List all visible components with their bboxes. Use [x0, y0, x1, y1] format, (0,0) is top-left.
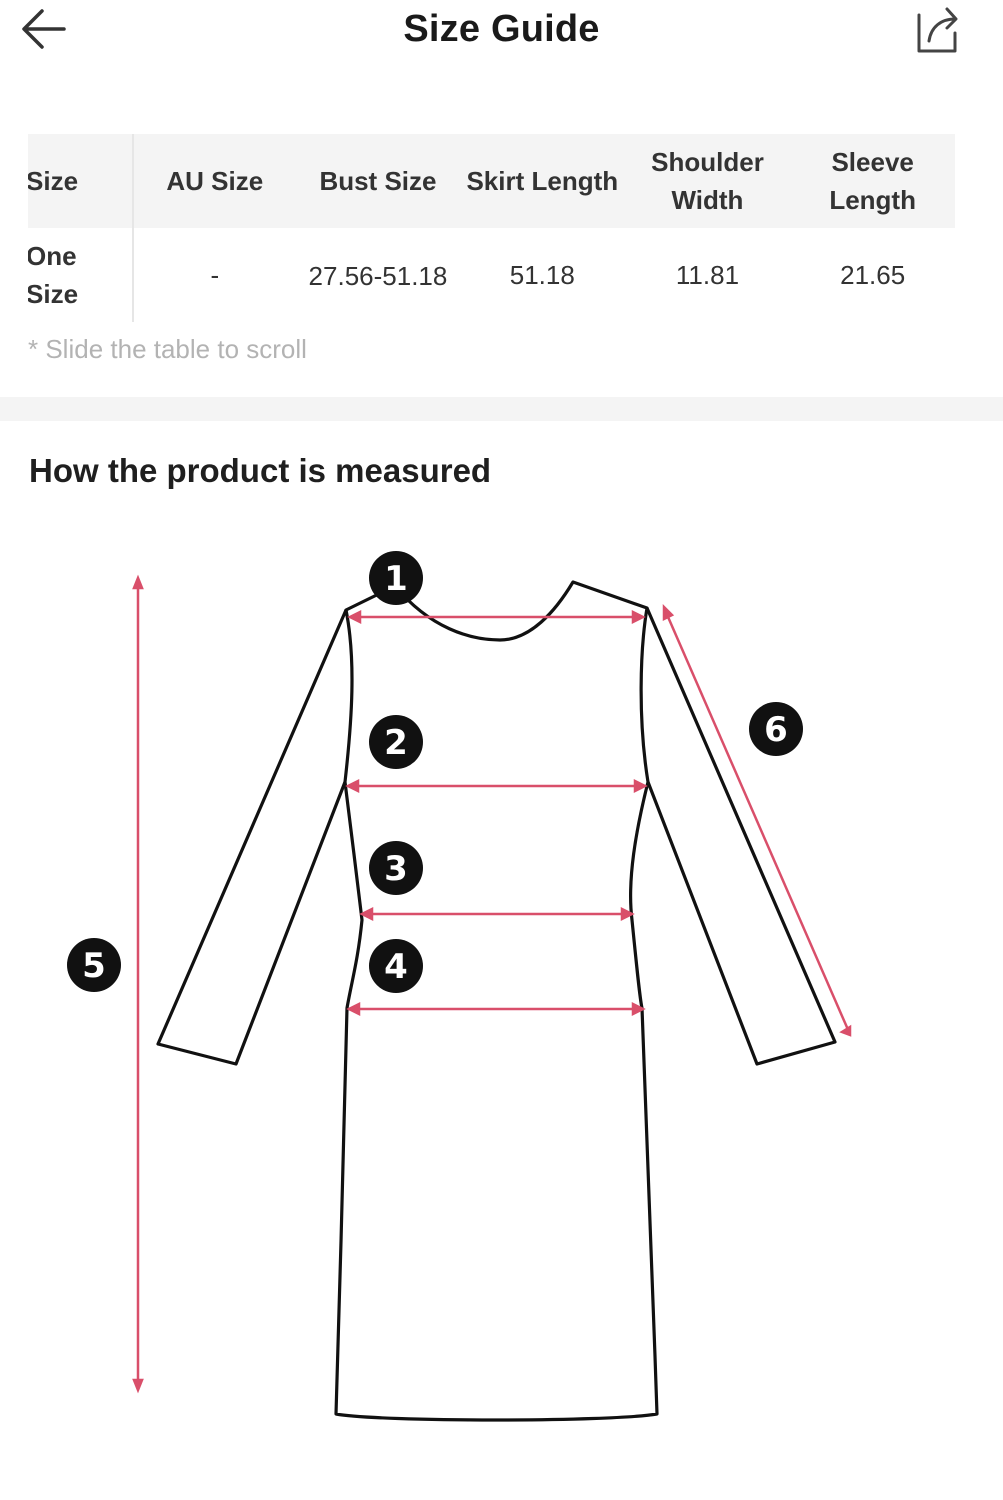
- column-header-au-size: AU Size: [132, 134, 296, 228]
- marker-2: 2: [369, 715, 423, 769]
- table-header-row: Size AU Size Bust Size Skirt Length Shou…: [28, 134, 955, 228]
- svg-text:3: 3: [384, 849, 408, 889]
- page-title: Size Guide: [403, 8, 600, 50]
- column-header-shoulder-width: Shoulder Width: [624, 134, 791, 228]
- svg-text:2: 2: [384, 723, 408, 763]
- column-header-bust-size: Bust Size: [295, 134, 460, 228]
- column-header-size: Size: [28, 134, 134, 228]
- svg-text:6: 6: [764, 710, 788, 750]
- section-divider: [0, 397, 1003, 421]
- top-bar: Size Guide: [0, 0, 1003, 80]
- waist-measure-line: [359, 906, 635, 922]
- cell-sleeve-length: 21.65: [790, 228, 955, 322]
- marker-6: 6: [749, 702, 803, 756]
- svg-text:5: 5: [82, 946, 106, 986]
- size-table: Size AU Size Bust Size Skirt Length Shou…: [28, 134, 955, 322]
- scroll-hint: * Slide the table to scroll: [28, 334, 307, 364]
- left-sleeve-outline: [156, 609, 348, 1066]
- column-header-sleeve-length: Sleeve Length: [790, 134, 955, 228]
- cell-skirt-length: 51.18: [460, 228, 625, 322]
- cell-bust-size: 27.56-51.18: [295, 228, 460, 322]
- svg-text:1: 1: [384, 559, 408, 599]
- table-row: One Size - 27.56-51.18 51.18 11.81 21.65: [28, 228, 955, 322]
- cell-shoulder-width: 11.81: [624, 228, 791, 322]
- dress-illustration: 1 2 3 4 5 6: [67, 551, 852, 1422]
- bust-measure-line: [345, 778, 648, 794]
- marker-5: 5: [67, 938, 121, 992]
- length-measure-line: [132, 574, 144, 1394]
- cell-size: One Size: [28, 228, 134, 322]
- marker-1: 1: [369, 551, 423, 605]
- svg-text:4: 4: [384, 947, 408, 987]
- hip-measure-line: [346, 1001, 646, 1017]
- right-sleeve-outline: [645, 607, 837, 1066]
- dress-outline: [334, 580, 659, 1422]
- measure-section-title: How the product is measured: [29, 452, 492, 489]
- column-header-skirt-length: Skirt Length: [460, 134, 625, 228]
- marker-4: 4: [369, 939, 423, 993]
- share-icon: [917, 7, 958, 53]
- share-button[interactable]: [906, 4, 966, 56]
- measurement-diagram: 1 2 3 4 5 6: [0, 520, 1003, 1460]
- shoulder-measure-line: [347, 609, 646, 625]
- marker-3: 3: [369, 841, 423, 895]
- size-table-scroller[interactable]: Size AU Size Bust Size Skirt Length Shou…: [28, 134, 975, 324]
- sleeve-measure-line: [662, 603, 852, 1037]
- cell-au-size: -: [132, 228, 296, 322]
